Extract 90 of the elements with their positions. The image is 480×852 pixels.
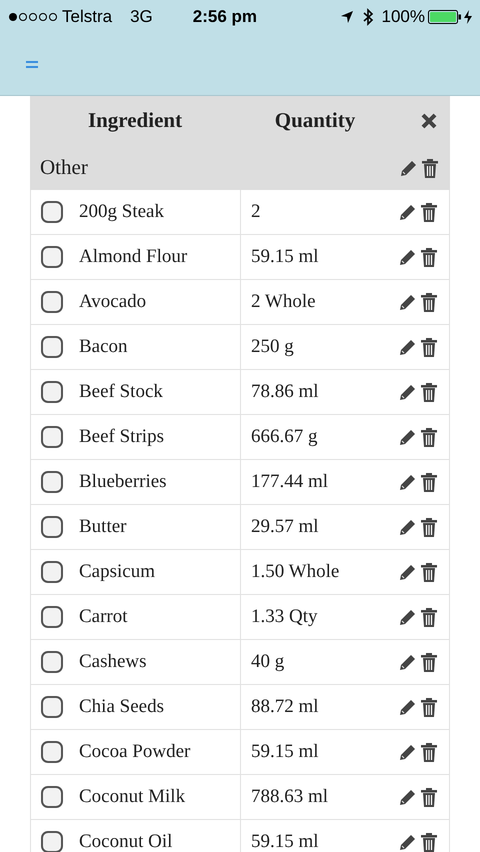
edit-icon[interactable] [399, 203, 417, 221]
ingredient-name: Almond Flour [79, 244, 188, 269]
ingredient-name: Coconut Oil [79, 830, 172, 852]
edit-icon[interactable] [399, 248, 417, 266]
checkbox[interactable] [41, 201, 63, 223]
edit-icon[interactable] [399, 473, 417, 491]
quantity-value: 2 [251, 200, 260, 224]
ingredient-name: Chia Seeds [79, 694, 164, 719]
checkbox[interactable] [41, 831, 63, 852]
ingredient-name: Butter [79, 514, 126, 539]
clock-time: 2:56 pm [192, 6, 258, 28]
ingredient-name: 200g Steak [79, 200, 164, 224]
quantity-value: 2 Whole [251, 290, 316, 314]
edit-icon[interactable] [399, 788, 417, 806]
quantity-value: 788.63 ml [251, 784, 328, 809]
edit-icon[interactable] [399, 518, 417, 536]
delete-icon[interactable] [421, 382, 437, 402]
delete-icon[interactable] [421, 202, 437, 222]
checkbox[interactable] [41, 561, 63, 583]
bluetooth-icon [362, 8, 374, 26]
ingredient-name: Bacon [79, 334, 128, 359]
edit-icon[interactable] [399, 428, 417, 446]
ingredient-name: Capsicum [79, 560, 155, 584]
quantity-value: 1.50 Whole [251, 560, 340, 584]
quantity-value: 250 g [251, 334, 294, 359]
delete-icon[interactable] [421, 562, 437, 582]
delete-icon[interactable] [421, 608, 437, 626]
edit-icon[interactable] [400, 159, 418, 177]
quantity-value: 666.67 g [251, 424, 318, 449]
edit-icon[interactable] [399, 653, 417, 671]
battery-percentage: 100% [382, 6, 425, 28]
group-title: Other [40, 154, 88, 182]
edit-icon[interactable] [399, 293, 417, 311]
edit-icon[interactable] [399, 563, 417, 581]
checkbox[interactable] [41, 696, 63, 718]
quantity-value: 59.15 ml [251, 830, 319, 852]
ingredient-name: Carrot [79, 604, 128, 629]
checkbox[interactable] [41, 246, 63, 268]
delete-icon[interactable] [421, 832, 437, 852]
delete-icon[interactable] [422, 158, 438, 178]
quantity-value: 1.33 Qty [251, 604, 318, 629]
ingredient-name: Coconut Milk [79, 784, 186, 809]
delete-icon[interactable] [421, 788, 437, 806]
ingredient-name: Beef Stock [79, 380, 163, 404]
quantity-value: 40 g [251, 650, 284, 674]
network-type: 3G [130, 6, 153, 28]
ingredient-name: Avocado [79, 290, 146, 314]
delete-icon[interactable] [421, 472, 437, 492]
delete-icon[interactable] [421, 428, 437, 446]
quantity-value: 29.57 ml [251, 514, 319, 539]
location-icon [340, 10, 354, 24]
column-header: Quantity [274, 107, 356, 134]
carrier-name: Telstra [62, 6, 112, 28]
edit-icon[interactable] [399, 338, 417, 356]
edit-icon[interactable] [399, 698, 417, 716]
edit-icon[interactable] [399, 743, 417, 761]
quantity-value: 177.44 ml [251, 470, 328, 494]
charging-icon [464, 10, 472, 24]
quantity-value: 59.15 ml [251, 740, 319, 764]
ingredient-name: Cocoa Powder [79, 740, 190, 764]
ingredient-name: Blueberries [79, 470, 167, 494]
edit-icon[interactable] [399, 383, 417, 401]
delete-icon[interactable] [421, 338, 437, 356]
delete-icon[interactable] [421, 518, 437, 536]
quantity-value: 88.72 ml [251, 694, 319, 719]
checkbox[interactable] [41, 471, 63, 493]
column-header: Ingredient [86, 107, 184, 134]
edit-icon[interactable] [399, 833, 417, 851]
ingredient-name: Beef Strips [79, 424, 164, 449]
close-icon[interactable] [421, 113, 437, 129]
edit-icon[interactable] [399, 608, 417, 626]
quantity-value: 59.15 ml [251, 244, 319, 269]
checkbox[interactable] [41, 651, 63, 673]
delete-icon[interactable] [421, 248, 437, 266]
quantity-value: 78.86 ml [251, 380, 319, 404]
checkbox[interactable] [41, 741, 63, 763]
checkbox[interactable] [41, 336, 63, 358]
checkbox[interactable] [41, 516, 63, 538]
delete-icon[interactable] [421, 698, 437, 716]
delete-icon[interactable] [421, 652, 437, 672]
checkbox[interactable] [41, 606, 63, 628]
checkbox[interactable] [41, 426, 63, 448]
delete-icon[interactable] [421, 292, 437, 312]
signal-icon [8, 12, 60, 22]
ingredient-name: Cashews [79, 650, 147, 674]
checkbox[interactable] [41, 291, 63, 313]
checkbox[interactable] [41, 786, 63, 808]
delete-icon[interactable] [421, 742, 437, 762]
battery-icon [428, 10, 462, 24]
checkbox[interactable] [41, 381, 63, 403]
